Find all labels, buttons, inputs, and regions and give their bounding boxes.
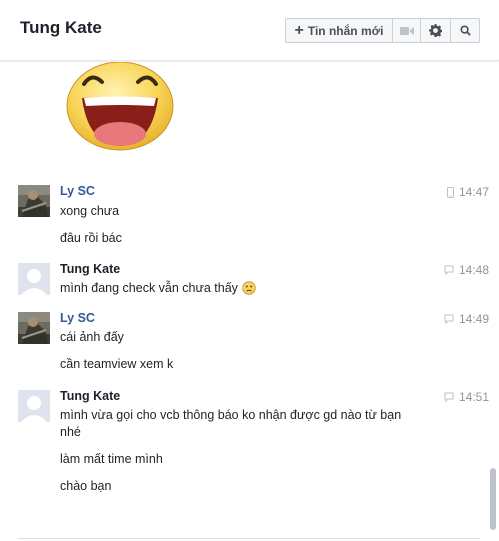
chat-header: Tung Kate + Tin nhắn mới [0,0,499,61]
time-label: 14:47 [458,185,489,199]
plus-icon: + [294,21,304,39]
chat-bubble-icon [444,265,454,275]
new-message-button[interactable]: + Tin nhắn mới [286,19,393,42]
chat-bubble-icon [444,314,454,324]
avatar[interactable] [18,185,50,217]
message-text: cái ảnh đấy [60,330,124,344]
sender-name[interactable]: Ly SC [60,311,95,325]
video-camera-icon [399,26,414,35]
search-button[interactable] [451,19,479,42]
avatar[interactable] [18,312,50,344]
scrollbar[interactable] [489,62,499,532]
header-toolbar: + Tin nhắn mới [285,18,480,43]
time-label: 14:51 [458,390,489,404]
divider [18,538,480,539]
message-text: cần teamview xem k [60,357,174,371]
message-time: 14:51 [444,390,489,404]
message-text: nhé [60,425,81,439]
avatar[interactable] [18,263,50,295]
message-text: làm mất time mình [60,452,163,466]
message-time: 14:48 [444,263,489,277]
message-text-content: mình đang check vẫn chưa thấy [60,281,238,295]
video-call-button[interactable] [393,19,421,42]
message-text: mình vừa gọi cho vcb thông báo ko nhận đ… [60,408,402,422]
mobile-phone-icon [446,186,454,198]
time-label: 14:49 [458,312,489,326]
message-time: 14:49 [444,312,489,326]
time-label: 14:48 [458,263,489,277]
laughing-face-sticker[interactable] [64,61,176,157]
sad-face-emoji [242,281,256,295]
message-text: mình đang check vẫn chưa thấy [60,281,256,295]
message-text: chào bạn [60,479,112,493]
message-time: 14:47 [446,185,489,199]
conversation-title[interactable]: Tung Kate [20,18,102,38]
search-icon [459,25,471,36]
gear-icon [429,24,442,37]
settings-button[interactable] [421,19,451,42]
message-text: xong chưa [60,204,120,218]
sender-name[interactable]: Tung Kate [60,262,120,276]
new-message-label: Tin nhắn mới [307,23,384,38]
scrollbar-thumb[interactable] [490,468,496,530]
sender-name[interactable]: Ly SC [60,184,95,198]
sender-name[interactable]: Tung Kate [60,389,120,403]
message-text: đâu rồi bác [60,231,122,245]
avatar[interactable] [18,390,50,422]
chat-bubble-icon [444,392,454,402]
